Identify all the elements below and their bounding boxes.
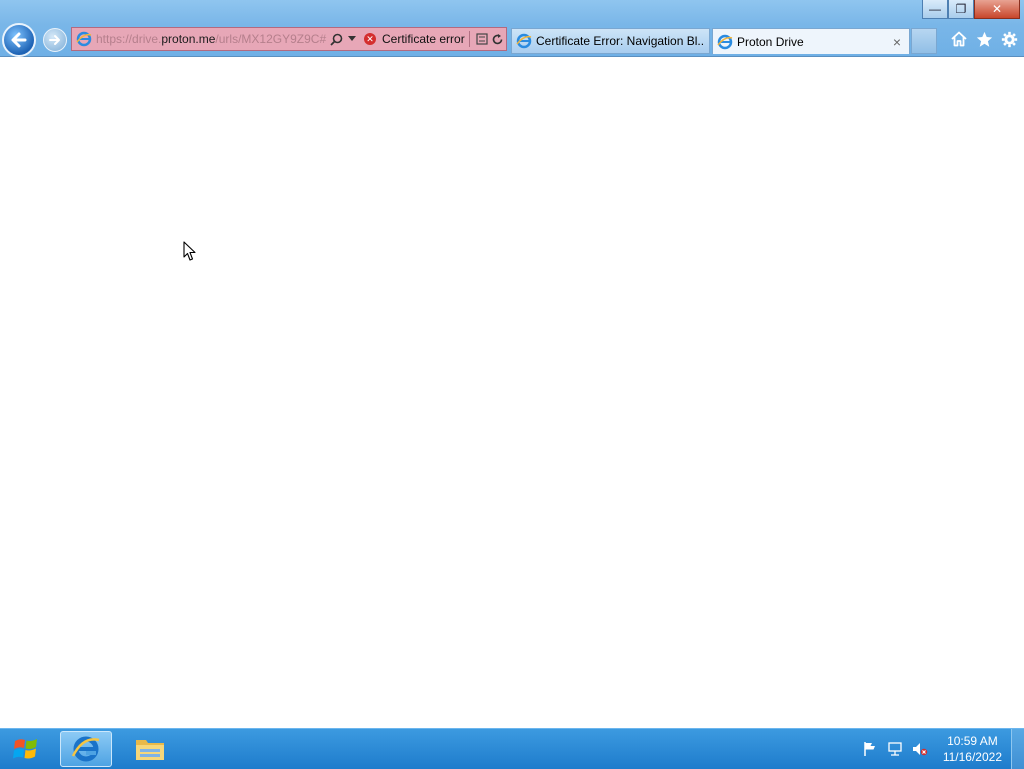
folder-icon — [136, 740, 164, 760]
toolbar-icons — [950, 30, 1018, 48]
system-tray: 10:59 AM 11/16/2022 — [854, 729, 1002, 769]
ie-page-icon — [76, 31, 92, 47]
start-button[interactable] — [4, 731, 48, 767]
taskbar-internet-explorer[interactable] — [60, 731, 112, 767]
address-bar[interactable]: https://drive.proton.me/urls/MX12GY9Z9C#… — [71, 27, 507, 51]
clock-date: 11/16/2022 — [942, 750, 1002, 764]
forward-button[interactable] — [43, 28, 67, 52]
certificate-error-icon: ✕ — [364, 33, 376, 45]
browser-chrome: — ❐ ✕ https://drive.proton.me/urls/MX12G… — [0, 0, 1024, 57]
ie-tab-icon — [717, 34, 733, 49]
refresh-icon[interactable] — [490, 31, 506, 47]
action-center-flag-icon[interactable] — [861, 740, 879, 758]
restore-button[interactable]: ❐ — [948, 0, 974, 19]
forward-arrow-icon — [49, 35, 60, 45]
url-suffix: /urls/MX12GY9Z9C# — [215, 32, 327, 46]
tab-label: Certificate Error: Navigation Bl... — [536, 34, 705, 48]
show-desktop-button[interactable] — [1011, 729, 1024, 769]
new-tab-button[interactable] — [911, 28, 937, 54]
url-text[interactable]: https://drive.proton.me/urls/MX12GY9Z9C# — [96, 32, 328, 46]
network-icon[interactable] — [886, 740, 904, 758]
compatibility-view-icon[interactable] — [474, 31, 490, 47]
address-separator — [468, 31, 470, 47]
internet-explorer-icon — [71, 736, 100, 762]
mouse-cursor-icon — [183, 241, 197, 265]
back-arrow-icon — [11, 32, 27, 48]
system-clock[interactable]: 10:59 AM 11/16/2022 — [943, 733, 1002, 765]
close-window-button[interactable]: ✕ — [974, 0, 1020, 19]
taskbar: 10:59 AM 11/16/2022 — [0, 728, 1024, 769]
windows-logo-icon — [13, 739, 37, 759]
search-dropdown-icon[interactable] — [344, 31, 360, 47]
volume-muted-icon[interactable] — [911, 740, 929, 758]
favorites-star-icon[interactable] — [975, 30, 993, 48]
search-icon[interactable] — [328, 31, 344, 47]
taskbar-file-explorer[interactable] — [124, 731, 176, 767]
tab-close-icon[interactable]: × — [893, 34, 901, 50]
clock-time: 10:59 AM — [947, 734, 998, 748]
minimize-button[interactable]: — — [922, 0, 948, 19]
tab-certificate-error[interactable]: Certificate Error: Navigation Bl... — [511, 28, 710, 54]
url-domain: proton.me — [161, 32, 216, 46]
tools-gear-icon[interactable] — [1000, 30, 1018, 48]
tab-label: Proton Drive — [737, 34, 804, 49]
certificate-error-button[interactable]: ✕ Certificate error — [364, 32, 465, 46]
certificate-error-label: Certificate error — [382, 32, 465, 46]
window-caption-buttons: — ❐ ✕ — [922, 0, 1020, 20]
back-button[interactable] — [2, 23, 36, 57]
ie-tab-icon — [516, 33, 532, 49]
home-icon[interactable] — [950, 30, 968, 48]
tab-proton-drive[interactable]: Proton Drive × — [712, 28, 910, 54]
page-content-area[interactable] — [0, 57, 1024, 728]
url-prefix: https://drive. — [96, 32, 162, 46]
